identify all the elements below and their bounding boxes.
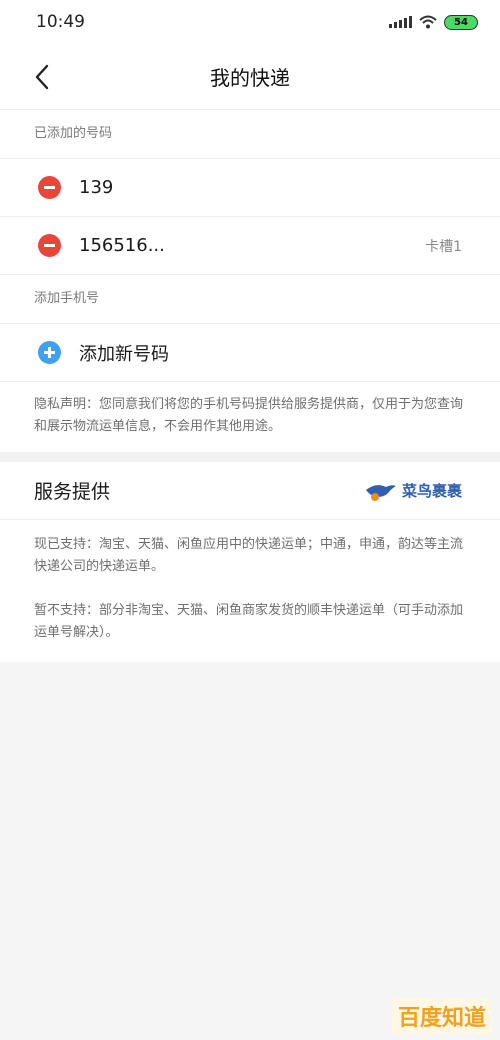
signal-icon [389,16,412,28]
status-bar: 10:49 54 [0,0,500,44]
number-row: 156516... 卡槽1 [0,216,500,274]
unsupported-text: 暂不支持：部分非淘宝、天猫、闲鱼商家发货的顺丰快递运单（可手动添加运单号解决）。 [34,603,464,640]
service-card: 服务提供 菜鸟裹裹 现已支持：淘宝、天猫、闲鱼应用中的快递运单；中通，申通，韵达… [0,462,500,662]
watermark-logo: 百度知道 [391,998,492,1034]
add-number-row[interactable]: 添加新号码 [0,323,500,381]
status-time: 10:49 [36,12,85,32]
cainiao-logo: 菜鸟裹裹 [364,480,462,502]
privacy-statement: 隐私声明：您同意我们将您的手机号码提供给服务提供商，仅用于为您查询和展示物流运单… [0,381,500,452]
phone-number: 156516... [79,235,165,256]
added-numbers-label: 已添加的号码 [34,126,113,141]
service-header: 服务提供 菜鸟裹裹 [0,462,500,520]
bird-logo-icon [365,484,396,501]
add-phone-label: 添加手机号 [0,274,500,323]
number-row: 139 [0,158,500,216]
service-description: 现已支持：淘宝、天猫、闲鱼应用中的快递运单；中通，申通，韵达等主流快递公司的快递… [0,520,500,662]
supported-text: 现已支持：淘宝、天猫、闲鱼应用中的快递运单；中通，申通，韵达等主流快递公司的快递… [34,537,464,574]
phone-number: 139 [79,177,114,198]
battery-icon: 54 [444,14,478,30]
sim-slot-label: 卡槽1 [425,238,462,255]
nav-bar: 我的快递 [0,44,500,110]
status-icons: 54 [389,14,478,30]
service-title: 服务提供 [34,481,111,503]
wifi-icon [419,15,437,29]
provider-name: 菜鸟裹裹 [401,482,462,500]
chevron-left-icon [35,64,49,90]
page-title: 我的快递 [210,66,290,90]
phone-numbers-card: 已添加的号码 139 156516... 卡槽1 添加手机号 添加新号码 隐私声… [0,110,500,452]
remove-number-icon[interactable] [38,176,61,199]
remove-number-icon[interactable] [38,234,61,257]
back-button[interactable] [28,62,56,92]
add-icon[interactable] [38,341,61,364]
add-number-label: 添加新号码 [79,343,169,365]
section-divider [0,452,500,462]
